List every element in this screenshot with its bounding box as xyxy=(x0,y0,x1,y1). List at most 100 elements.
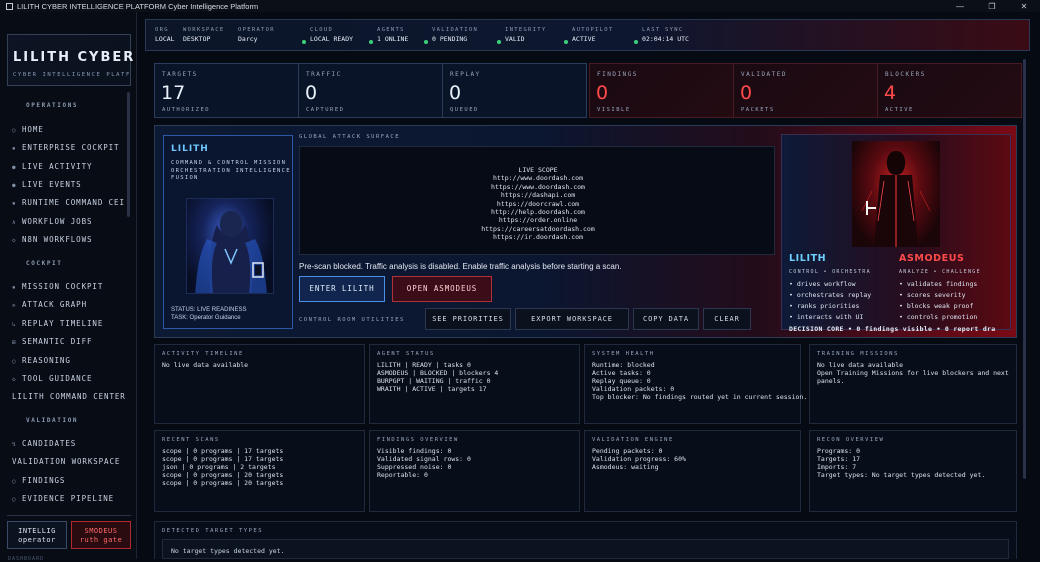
lilith-name: LILITH xyxy=(171,144,209,154)
sidebar-item-n8n-workflows[interactable]: ◇ N8N WORKFLOWS xyxy=(12,235,92,244)
sidebar-item-runtime-command-center[interactable]: ▪ RUNTIME COMMAND CEI xyxy=(12,198,125,207)
sidebar-item-tool-guidance[interactable]: ◇ TOOL GUIDANCE xyxy=(12,374,92,383)
status-value: 1 ONLINE xyxy=(377,35,409,43)
stat-label: TRAFFIC xyxy=(306,71,342,78)
sidebar-item-live-events[interactable]: ● LIVE EVENTS xyxy=(12,180,82,189)
truth-gate-line2: ruth gate xyxy=(79,536,123,544)
scope-list: LIVE SCOPE http://www.doordash.com https… xyxy=(300,166,776,242)
status-value: VALID xyxy=(505,35,525,43)
system-health-panel: SYSTEM HEALTH Runtime: blocked Active tas… xyxy=(584,344,807,424)
main-content: TARGETS 17 AUTHORIZED TRAFFIC 0 CAPTURED REP… xyxy=(145,55,1030,559)
stat-value: 0 xyxy=(596,82,609,104)
sidebar-item-workflow-jobs[interactable]: ∧ WORKFLOW JOBS xyxy=(12,217,92,226)
maximize-button[interactable]: ❐ xyxy=(976,2,1008,11)
status-label: OPERATOR xyxy=(238,27,275,33)
see-priorities-button[interactable]: SEE PRIORITIES xyxy=(425,308,511,330)
enter-lilith-button[interactable]: ENTER LILITH xyxy=(299,276,385,302)
scope-heading: LIVE SCOPE xyxy=(518,166,558,174)
scope-url: https://careersatdoordash.com xyxy=(481,224,595,233)
status-label: LAST SYNC xyxy=(642,27,684,33)
stat-label: REPLAY xyxy=(450,71,481,78)
sidebar-item-live-activity[interactable]: ● LIVE ACTIVITY xyxy=(12,162,92,171)
clear-button[interactable]: CLEAR xyxy=(703,308,751,330)
lilith-card[interactable]: LILITH COMMAND & CONTROL MISSION ORCHEST… xyxy=(163,135,293,329)
stat-value: 0 xyxy=(740,82,753,104)
sidebar-item-home[interactable]: ○ HOME xyxy=(12,125,44,134)
sidebar-item-reasoning[interactable]: ○ REASONING xyxy=(12,356,71,365)
sidebar-item-label: FINDINGS xyxy=(22,476,66,485)
dot-icon: ● xyxy=(12,164,17,171)
findings-overview-panel: FINDINGS OVERVIEW Visible findings: 0 Val… xyxy=(369,430,580,512)
panel-title: SYSTEM HEALTH xyxy=(592,351,655,357)
panel-title: VALIDATION ENGINE xyxy=(592,437,674,443)
sidebar-item-semantic-diff[interactable]: ⊞ SEMANTIC DIFF xyxy=(12,337,92,346)
scope-url: https://order.online xyxy=(498,216,578,225)
stat-blockers[interactable]: BLOCKERS 4 ACTIVE xyxy=(877,63,1022,118)
caret-icon: ∧ xyxy=(12,219,17,226)
sidebar-item-label: REPLAY TIMELINE xyxy=(22,319,104,328)
sidebar-item-mission-cockpit[interactable]: ▪ MISSION COCKPIT xyxy=(12,282,103,291)
scope-panel: LIVE SCOPE http://www.doordash.com https… xyxy=(299,146,775,255)
stat-label: TARGETS xyxy=(162,71,198,78)
status-value: LOCAL READY xyxy=(310,35,354,43)
operator-mode-button[interactable]: INTELLIG operator xyxy=(7,521,67,549)
sidebar-item-label: ENTERPRISE COCKPIT xyxy=(22,143,120,152)
detected-target-types-panel: DETECTED TARGET TYPES No target types de… xyxy=(154,521,1017,559)
stat-sub: PACKETS xyxy=(741,107,775,113)
brand-box[interactable]: LILITH CYBER CYBER INTELLIGENCE PLATFO xyxy=(7,34,133,86)
stat-label: BLOCKERS xyxy=(885,71,926,78)
sidebar-item-validation-workspace[interactable]: VALIDATION WORKSPACE xyxy=(12,457,120,466)
sidebar-item-findings[interactable]: ○ FINDINGS xyxy=(12,476,65,485)
sidebar-item-label: WORKFLOW JOBS xyxy=(22,217,93,226)
sidebar-item-replay-timeline[interactable]: ↳ REPLAY TIMELINE xyxy=(12,319,103,328)
sidebar-item-attack-graph[interactable]: ✲ ATTACK GRAPH xyxy=(12,300,87,309)
list-item: • controls promotion xyxy=(899,313,978,321)
operator-mode-line2: operator xyxy=(18,536,56,544)
sidebar-item-label: SEMANTIC DIFF xyxy=(22,337,93,346)
dot-icon: ● xyxy=(12,182,17,189)
sidebar-item-enterprise-cockpit[interactable]: ▪ ENTERPRISE COCKPIT xyxy=(12,143,119,152)
status-workspace: WORKSPACE DESKTOP xyxy=(183,27,225,43)
sidebar-scrollbar[interactable] xyxy=(127,92,130,217)
list-item: • blocks weak proof xyxy=(899,302,974,310)
decision-core-card[interactable]: LILITH CONTROL • ORCHESTRA • drives work… xyxy=(781,134,1011,333)
stat-traffic[interactable]: TRAFFIC 0 CAPTURED xyxy=(298,63,443,118)
sidebar-item-lilith-command-center[interactable]: LILITH COMMAND CENTER xyxy=(12,392,126,401)
sidebar-item-label: LILITH COMMAND CENTER xyxy=(12,392,126,401)
training-missions-panel: TRAINING MISSIONS No live data available … xyxy=(809,344,1017,424)
sidebar-item-label: N8N WORKFLOWS xyxy=(22,235,93,244)
copy-data-button[interactable]: COPY DATA xyxy=(633,308,699,330)
stat-validated[interactable]: VALIDATED 0 PACKETS xyxy=(733,63,878,118)
scope-url: http://help.doordash.com xyxy=(491,208,585,217)
decision-core-summary: DECISION CORE • 0 findings visible • 0 r… xyxy=(789,325,996,333)
sidebar-item-candidates[interactable]: ↯ CANDIDATES xyxy=(12,439,76,448)
sidebar-footer: DASHBOARD xyxy=(8,556,45,562)
panel-title: RECENT SCANS xyxy=(162,437,220,443)
status-label: ORG xyxy=(155,27,169,33)
scope-url: http://www.doordash.com xyxy=(492,174,583,183)
stat-value: 0 xyxy=(449,82,462,104)
panel-title: TRAINING MISSIONS xyxy=(817,351,899,357)
stat-label: FINDINGS xyxy=(597,71,638,78)
export-workspace-button[interactable]: EXPORT WORKSPACE xyxy=(515,308,629,330)
status-value: DESKTOP xyxy=(183,35,211,43)
minimize-button[interactable]: — xyxy=(944,2,976,11)
sidebar-item-evidence-pipeline[interactable]: ○ EVIDENCE PIPELINE xyxy=(12,494,114,503)
lilith-column-name: LILITH xyxy=(789,253,827,264)
status-label: VALIDATION xyxy=(432,27,479,33)
stat-replay[interactable]: REPLAY 0 QUEUED xyxy=(442,63,587,118)
empty-state: No target types detected yet. xyxy=(171,547,285,555)
stat-findings[interactable]: FINDINGS 0 VISIBLE xyxy=(589,63,734,118)
utilities-label: CONTROL ROOM UTILITIES xyxy=(299,317,405,323)
sidebar-divider xyxy=(7,515,131,516)
status-dot-icon xyxy=(302,40,306,44)
stat-targets[interactable]: TARGETS 17 AUTHORIZED xyxy=(154,63,299,118)
open-asmodeus-button[interactable]: OPEN ASMODEUS xyxy=(392,276,492,302)
app-icon xyxy=(6,2,13,10)
status-dot-icon xyxy=(369,40,373,44)
circle-icon: ○ xyxy=(12,127,17,134)
truth-gate-button[interactable]: SMODEUS ruth gate xyxy=(71,521,131,549)
close-button[interactable]: ✕ xyxy=(1008,2,1040,11)
main-scrollbar[interactable] xyxy=(1023,59,1026,479)
diamond-icon: ◇ xyxy=(12,237,17,244)
